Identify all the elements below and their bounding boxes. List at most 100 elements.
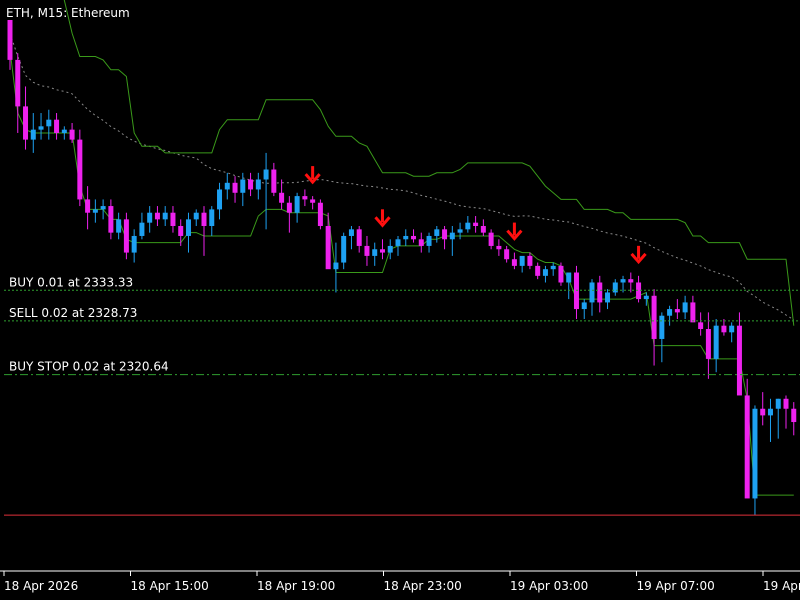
candle[interactable] [736,312,742,396]
candle[interactable] [488,229,494,250]
candle[interactable] [667,305,673,326]
candle[interactable] [232,176,238,203]
candle[interactable] [15,53,21,133]
candle[interactable] [698,312,704,336]
candle[interactable] [279,179,285,210]
chart-window[interactable]: BUY 0.01 at 2333.33 SELL 0.02 at 2328.73 B… [0,0,800,600]
candle[interactable] [162,206,168,226]
candle[interactable] [248,172,254,197]
candle[interactable] [449,226,455,256]
candle[interactable] [240,172,246,207]
candle[interactable] [791,402,797,436]
candle[interactable] [527,252,533,270]
candle[interactable] [131,229,137,263]
candle[interactable] [185,212,191,253]
candle[interactable] [154,206,160,226]
candle[interactable] [317,199,323,230]
candle[interactable] [542,265,548,283]
candle[interactable] [170,206,176,233]
candle[interactable] [372,242,378,266]
candle[interactable] [333,242,339,293]
candle[interactable] [589,279,595,316]
candle[interactable] [108,199,114,240]
candle[interactable] [411,229,417,243]
candle[interactable] [767,398,773,442]
candle[interactable] [713,319,719,373]
candle[interactable] [263,152,269,230]
candle[interactable] [92,199,98,223]
candle[interactable] [457,222,463,240]
candle[interactable] [54,113,60,140]
candle[interactable] [356,226,362,253]
candle[interactable] [651,289,657,366]
candle[interactable] [403,229,409,246]
candle[interactable] [379,239,385,260]
candle[interactable] [224,172,230,200]
candle[interactable] [465,216,471,233]
candle[interactable] [519,255,525,273]
candle[interactable] [178,219,184,246]
candle[interactable] [46,109,52,140]
candle[interactable] [558,262,564,286]
candle[interactable] [418,232,424,253]
candle[interactable] [395,235,401,256]
candle[interactable] [30,113,36,153]
candle[interactable] [139,212,145,240]
candle[interactable] [480,219,486,236]
candle[interactable] [209,206,215,236]
candle[interactable] [116,212,122,240]
candle[interactable] [387,239,393,260]
candle[interactable] [434,226,440,243]
candle[interactable] [566,272,572,300]
candle[interactable] [659,312,665,363]
candle[interactable] [511,252,517,270]
candle[interactable] [341,232,347,270]
candle[interactable] [636,275,642,303]
candle[interactable] [729,322,735,343]
candle[interactable] [100,199,106,220]
candle[interactable] [348,226,354,250]
price-chart[interactable]: BUY 0.01 at 2333.33 SELL 0.02 at 2328.73 B… [0,0,800,600]
candle[interactable] [573,265,579,320]
candle[interactable] [325,212,331,270]
candle[interactable] [504,245,510,263]
candle[interactable] [721,319,727,336]
candle[interactable] [294,192,300,223]
candle[interactable] [61,126,67,140]
candle[interactable] [550,262,556,276]
candle[interactable] [302,189,308,207]
candle[interactable] [752,405,758,516]
candle[interactable] [364,235,370,266]
candle[interactable] [581,299,587,320]
candle[interactable] [38,113,44,140]
candle[interactable] [310,196,316,210]
candle[interactable] [85,186,91,230]
candle[interactable] [255,172,261,200]
candle[interactable] [496,239,502,256]
candle[interactable] [271,162,277,197]
candle[interactable] [123,212,129,260]
candle[interactable] [760,392,766,426]
candle[interactable] [77,129,83,207]
candle[interactable] [783,395,789,429]
candle[interactable] [23,86,29,150]
candle[interactable] [612,279,618,296]
candle[interactable] [597,275,603,313]
candle[interactable] [193,209,199,226]
candle[interactable] [442,226,448,250]
candle[interactable] [744,378,750,499]
candle[interactable] [705,312,711,379]
candle[interactable] [628,272,634,293]
candle[interactable] [775,398,781,439]
candle[interactable] [217,182,223,220]
candle[interactable] [201,206,207,256]
candle[interactable] [473,216,479,233]
candle[interactable] [286,196,292,233]
candle[interactable] [147,206,153,233]
candle[interactable] [682,295,688,320]
candle[interactable] [690,295,696,323]
candle[interactable] [674,299,680,320]
candle[interactable] [69,123,75,143]
candle[interactable] [426,232,432,253]
candle[interactable] [605,289,611,310]
